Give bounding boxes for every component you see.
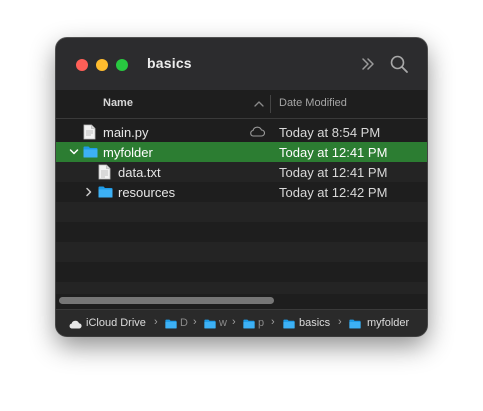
scrollbar-thumb[interactable]: [59, 297, 274, 304]
file-row-main-py[interactable]: main.py Today at 8:54 PM: [56, 122, 427, 142]
maximize-button[interactable]: [116, 59, 128, 71]
empty-row: [56, 222, 427, 242]
horizontal-scrollbar[interactable]: [56, 294, 427, 306]
file-row-myfolder[interactable]: myfolder Today at 12:41 PM: [56, 142, 427, 162]
empty-row: [56, 242, 427, 262]
path-item-icloud-drive[interactable]: iCloud Drive: [68, 317, 152, 331]
path-item-w[interactable]: w: [204, 317, 232, 331]
path-item-p[interactable]: p: [243, 317, 267, 331]
file-name: data.txt: [118, 165, 161, 180]
path-separator-icon: ›: [154, 316, 158, 328]
file-date: Today at 12:41 PM: [279, 145, 388, 160]
folder-icon: [283, 319, 295, 329]
text-document-icon: [98, 164, 111, 180]
folder-icon: [349, 319, 361, 329]
column-divider[interactable]: [270, 95, 271, 113]
sort-ascending-icon[interactable]: [254, 100, 264, 107]
folder-icon: [204, 319, 216, 329]
path-item-label: basics: [299, 317, 331, 329]
minimize-button[interactable]: [96, 59, 108, 71]
path-item-label: p: [258, 317, 265, 329]
empty-row: [56, 202, 427, 222]
search-icon[interactable]: [389, 54, 409, 74]
close-button[interactable]: [76, 59, 88, 71]
path-separator-icon: ›: [232, 316, 236, 328]
path-item-d[interactable]: D: [165, 317, 191, 331]
double-chevron-right-icon[interactable]: [360, 56, 376, 72]
path-bar: iCloud Drive › D › w › p › basics › myfo…: [56, 309, 427, 336]
icloud-status-icon: [250, 126, 265, 137]
path-item-basics[interactable]: basics: [283, 317, 335, 331]
file-date: Today at 12:41 PM: [279, 165, 388, 180]
file-date: Today at 12:42 PM: [279, 185, 388, 200]
path-item-label: iCloud Drive: [86, 317, 146, 329]
column-header: Name Date Modified: [56, 90, 427, 119]
title-bar: basics: [56, 38, 427, 90]
column-name-header[interactable]: Name: [103, 97, 133, 109]
finder-window: basics Name Date Modified main.py Today …: [56, 38, 427, 336]
path-item-myfolder[interactable]: myfolder: [349, 317, 423, 331]
path-item-label: myfolder: [367, 317, 410, 329]
path-item-label: D: [180, 317, 188, 329]
empty-row: [56, 262, 427, 282]
file-date: Today at 8:54 PM: [279, 125, 381, 140]
folder-icon: [98, 186, 113, 198]
folder-icon: [243, 319, 255, 329]
folder-icon: [83, 146, 98, 158]
file-row-resources[interactable]: resources Today at 12:42 PM: [56, 182, 427, 202]
file-name: main.py: [103, 125, 149, 140]
document-icon: [83, 124, 96, 140]
column-date-modified-header[interactable]: Date Modified: [279, 97, 347, 109]
file-row-data-txt[interactable]: data.txt Today at 12:41 PM: [56, 162, 427, 182]
chevron-right-icon[interactable]: [84, 187, 94, 197]
folder-icon: [165, 319, 177, 329]
path-separator-icon: ›: [193, 316, 197, 328]
path-item-label: w: [219, 317, 227, 329]
window-title: basics: [147, 55, 192, 71]
path-separator-icon: ›: [271, 316, 275, 328]
file-name: resources: [118, 185, 176, 200]
cloud-icon: [69, 320, 82, 329]
chevron-down-icon[interactable]: [69, 147, 79, 157]
path-separator-icon: ›: [338, 316, 342, 328]
file-name: myfolder: [103, 145, 153, 160]
